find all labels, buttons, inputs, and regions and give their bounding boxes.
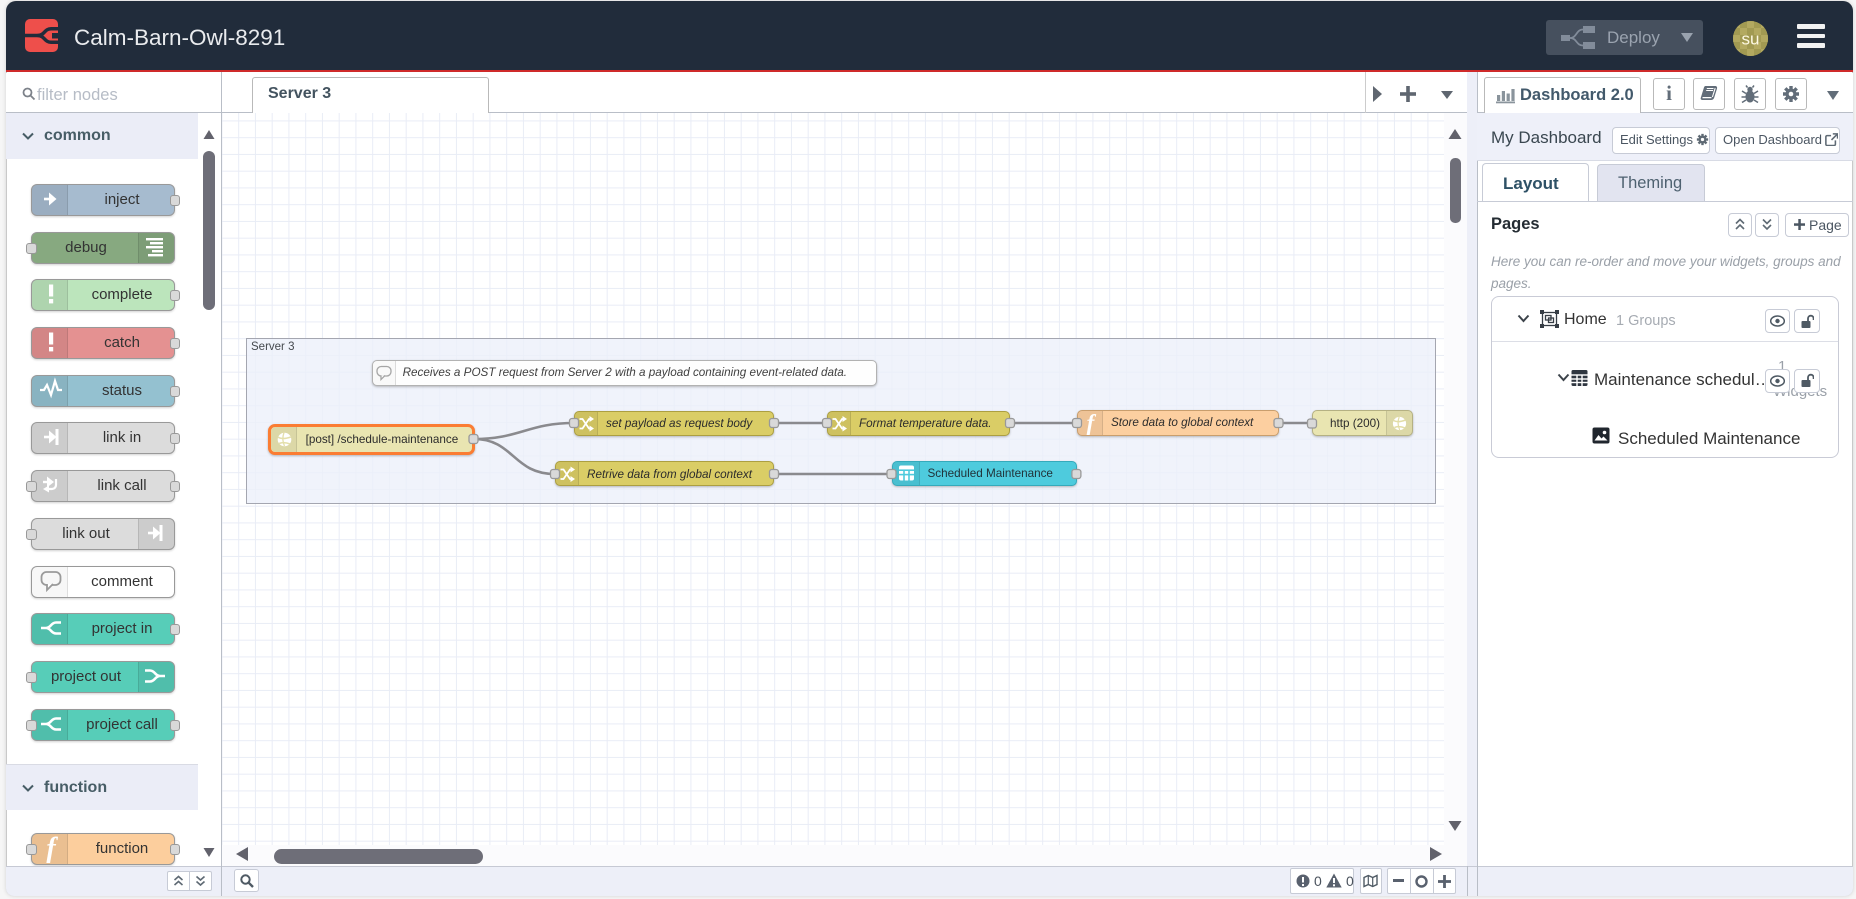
svg-text:su: su	[1742, 30, 1760, 49]
